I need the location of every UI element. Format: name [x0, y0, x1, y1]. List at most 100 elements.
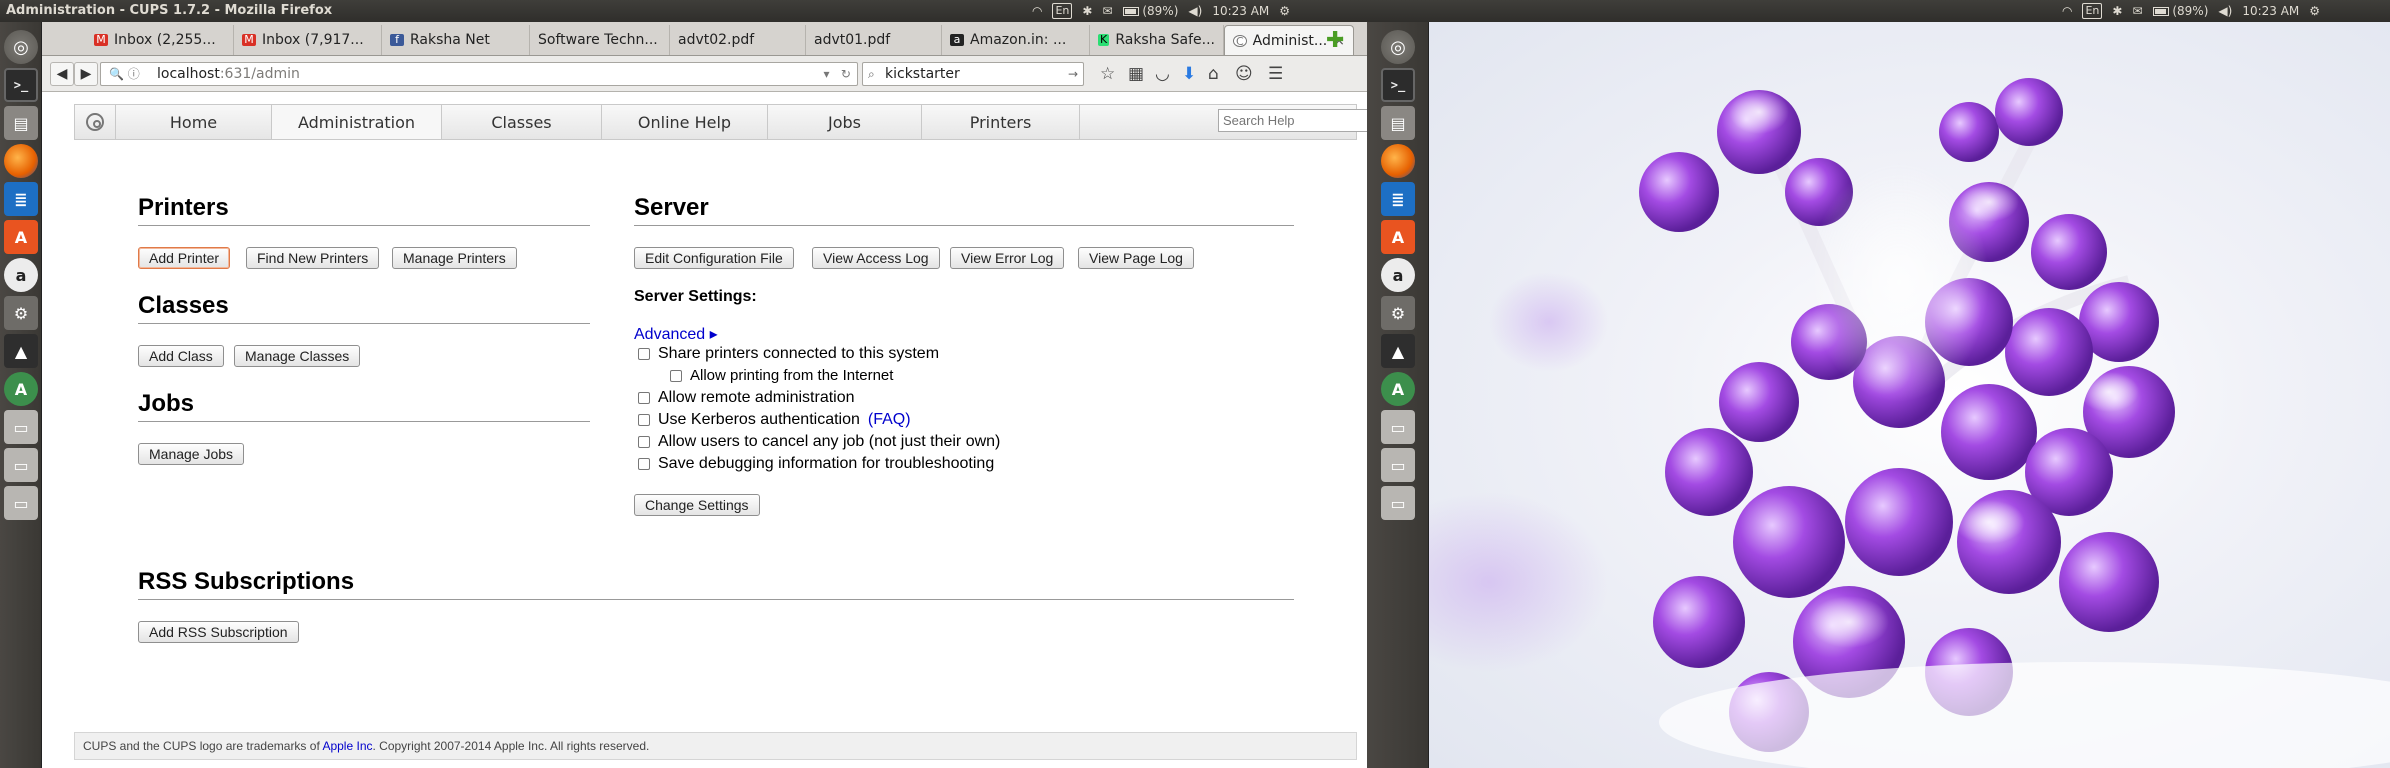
- bookmarks-menu-icon[interactable]: ▦: [1128, 64, 1144, 84]
- tab-label: Amazon.in: ...: [970, 32, 1067, 48]
- find-new-printers-button[interactable]: Find New Printers: [246, 247, 380, 269]
- nav-home[interactable]: Home: [116, 105, 272, 139]
- drive-icon[interactable]: ▭: [1381, 410, 1415, 444]
- arduino-icon[interactable]: A: [4, 372, 38, 406]
- ubuntu-dash-icon[interactable]: ◎: [1381, 30, 1415, 64]
- battery-indicator[interactable]: (89%): [1122, 2, 1178, 20]
- search-help-input[interactable]: [1218, 109, 1367, 132]
- edit-configuration-file-button[interactable]: Edit Configuration File: [634, 247, 794, 269]
- inkscape-icon[interactable]: ▲: [1381, 334, 1415, 368]
- tab-raksha-safe[interactable]: K Raksha Safe...: [1090, 25, 1224, 55]
- identity-icon[interactable]: 🔍 ⓘ: [109, 63, 140, 85]
- divider: [138, 323, 590, 324]
- advanced-toggle[interactable]: Advanced ▸: [634, 324, 718, 344]
- url-bar[interactable]: 🔍 ⓘ localhost:631/admin ▾ ↻: [100, 62, 858, 86]
- mail-icon[interactable]: ✉: [2132, 2, 2142, 20]
- back-icon[interactable]: ◀: [50, 62, 74, 86]
- apple-link[interactable]: Apple Inc: [322, 739, 372, 753]
- tab-advt01[interactable]: advt01.pdf: [806, 25, 942, 55]
- clock[interactable]: 10:23 AM: [1212, 2, 1269, 20]
- add-rss-subscription-button[interactable]: Add RSS Subscription: [138, 621, 299, 643]
- terminal-icon[interactable]: >_: [1381, 68, 1415, 102]
- faq-link[interactable]: (FAQ): [868, 411, 911, 429]
- view-page-log-button[interactable]: View Page Log: [1078, 247, 1194, 269]
- nav-jobs[interactable]: Jobs: [768, 105, 922, 139]
- tab-software-techn[interactable]: Software Techn...: [530, 25, 670, 55]
- bookmark-star-icon[interactable]: ☆: [1100, 64, 1115, 84]
- software-center-icon[interactable]: A: [1381, 220, 1415, 254]
- nav-printers[interactable]: Printers: [922, 105, 1080, 139]
- nav-online-help[interactable]: Online Help: [602, 105, 768, 139]
- bluetooth-icon[interactable]: ✱: [2112, 2, 2122, 20]
- gear-icon[interactable]: ⚙: [1279, 2, 1290, 20]
- ubuntu-dash-icon[interactable]: ◎: [4, 30, 38, 64]
- clock[interactable]: 10:23 AM: [2242, 2, 2299, 20]
- tab-advt02[interactable]: advt02.pdf: [670, 25, 806, 55]
- tab-inbox-1[interactable]: M Inbox (2,255...: [86, 25, 234, 55]
- new-tab-icon[interactable]: ✚: [1326, 28, 1344, 53]
- share-printers-checkbox[interactable]: [638, 348, 650, 360]
- wifi-icon[interactable]: ◠: [2062, 2, 2072, 20]
- menu-icon[interactable]: ☰: [1268, 64, 1283, 84]
- drive-icon[interactable]: ▭: [4, 486, 38, 520]
- gear-icon[interactable]: ⚙: [2309, 2, 2320, 20]
- nav-classes[interactable]: Classes: [442, 105, 602, 139]
- cups-logo[interactable]: [75, 105, 116, 139]
- remote-admin-checkbox[interactable]: [638, 392, 650, 404]
- navigation-toolbar: ◀ ▶ 🔍 ⓘ localhost:631/admin ▾ ↻ ⌕ kickst…: [42, 56, 1367, 92]
- battery-indicator[interactable]: (89%): [2152, 2, 2208, 20]
- add-class-button[interactable]: Add Class: [138, 345, 224, 367]
- inkscape-icon[interactable]: ▲: [4, 334, 38, 368]
- forward-icon[interactable]: ▶: [74, 62, 98, 86]
- firefox-icon[interactable]: [4, 144, 38, 178]
- keyboard-indicator[interactable]: En: [1052, 3, 1073, 19]
- search-go-icon[interactable]: →: [1068, 63, 1078, 85]
- wifi-icon[interactable]: ◠: [1032, 2, 1042, 20]
- downloads-icon[interactable]: ⬇: [1182, 64, 1196, 84]
- drive-icon[interactable]: ▭: [1381, 448, 1415, 482]
- change-settings-button[interactable]: Change Settings: [634, 494, 760, 516]
- tab-amazon[interactable]: a Amazon.in: ...: [942, 25, 1090, 55]
- system-tools-icon[interactable]: ⚙: [1381, 296, 1415, 330]
- manage-jobs-button[interactable]: Manage Jobs: [138, 443, 245, 465]
- firefox-icon[interactable]: [1381, 144, 1415, 178]
- amazon-icon[interactable]: a: [1381, 258, 1415, 292]
- arduino-icon[interactable]: A: [1381, 372, 1415, 406]
- add-printer-button[interactable]: Add Printer: [138, 247, 231, 269]
- terminal-icon[interactable]: >_: [4, 68, 38, 102]
- tab-raksha-net[interactable]: f Raksha Net: [382, 25, 530, 55]
- home-icon[interactable]: ⌂: [1208, 64, 1219, 84]
- chat-icon[interactable]: ☺: [1235, 64, 1253, 84]
- writer-icon[interactable]: ≣: [1381, 182, 1415, 216]
- search-input[interactable]: ⌕ kickstarter →: [862, 62, 1084, 86]
- reload-icon[interactable]: ▾ ↻: [823, 63, 851, 85]
- option-label: Allow users to cancel any job (not just …: [658, 433, 1001, 450]
- volume-icon[interactable]: ◀): [1188, 2, 1202, 20]
- debug-logging-checkbox[interactable]: [638, 458, 650, 470]
- view-error-log-button[interactable]: View Error Log: [950, 247, 1065, 269]
- view-access-log-button[interactable]: View Access Log: [812, 247, 940, 269]
- cancel-any-job-checkbox[interactable]: [638, 436, 650, 448]
- keyboard-indicator[interactable]: En: [2082, 3, 2103, 19]
- volume-icon[interactable]: ◀): [2218, 2, 2232, 20]
- bluetooth-icon[interactable]: ✱: [1082, 2, 1092, 20]
- software-center-icon[interactable]: A: [4, 220, 38, 254]
- drive-icon[interactable]: ▭: [4, 410, 38, 444]
- nav-administration[interactable]: Administration: [271, 105, 442, 139]
- manage-printers-button[interactable]: Manage Printers: [392, 247, 517, 269]
- files-icon[interactable]: ▤: [4, 106, 38, 140]
- files-icon[interactable]: ▤: [1381, 106, 1415, 140]
- allow-internet-printing-checkbox[interactable]: [670, 369, 682, 382]
- manage-classes-button[interactable]: Manage Classes: [234, 345, 361, 367]
- tab-inbox-2[interactable]: M Inbox (7,917...: [234, 25, 382, 55]
- facebook-icon: f: [390, 34, 404, 46]
- cups-navbar: Home Administration Classes Online Help …: [74, 104, 1367, 140]
- pocket-icon[interactable]: ◡: [1155, 64, 1170, 84]
- amazon-icon[interactable]: a: [4, 258, 38, 292]
- writer-icon[interactable]: ≣: [4, 182, 38, 216]
- system-tools-icon[interactable]: ⚙: [4, 296, 38, 330]
- mail-icon[interactable]: ✉: [1102, 2, 1112, 20]
- drive-icon[interactable]: ▭: [1381, 486, 1415, 520]
- drive-icon[interactable]: ▭: [4, 448, 38, 482]
- kerberos-checkbox[interactable]: [638, 414, 650, 426]
